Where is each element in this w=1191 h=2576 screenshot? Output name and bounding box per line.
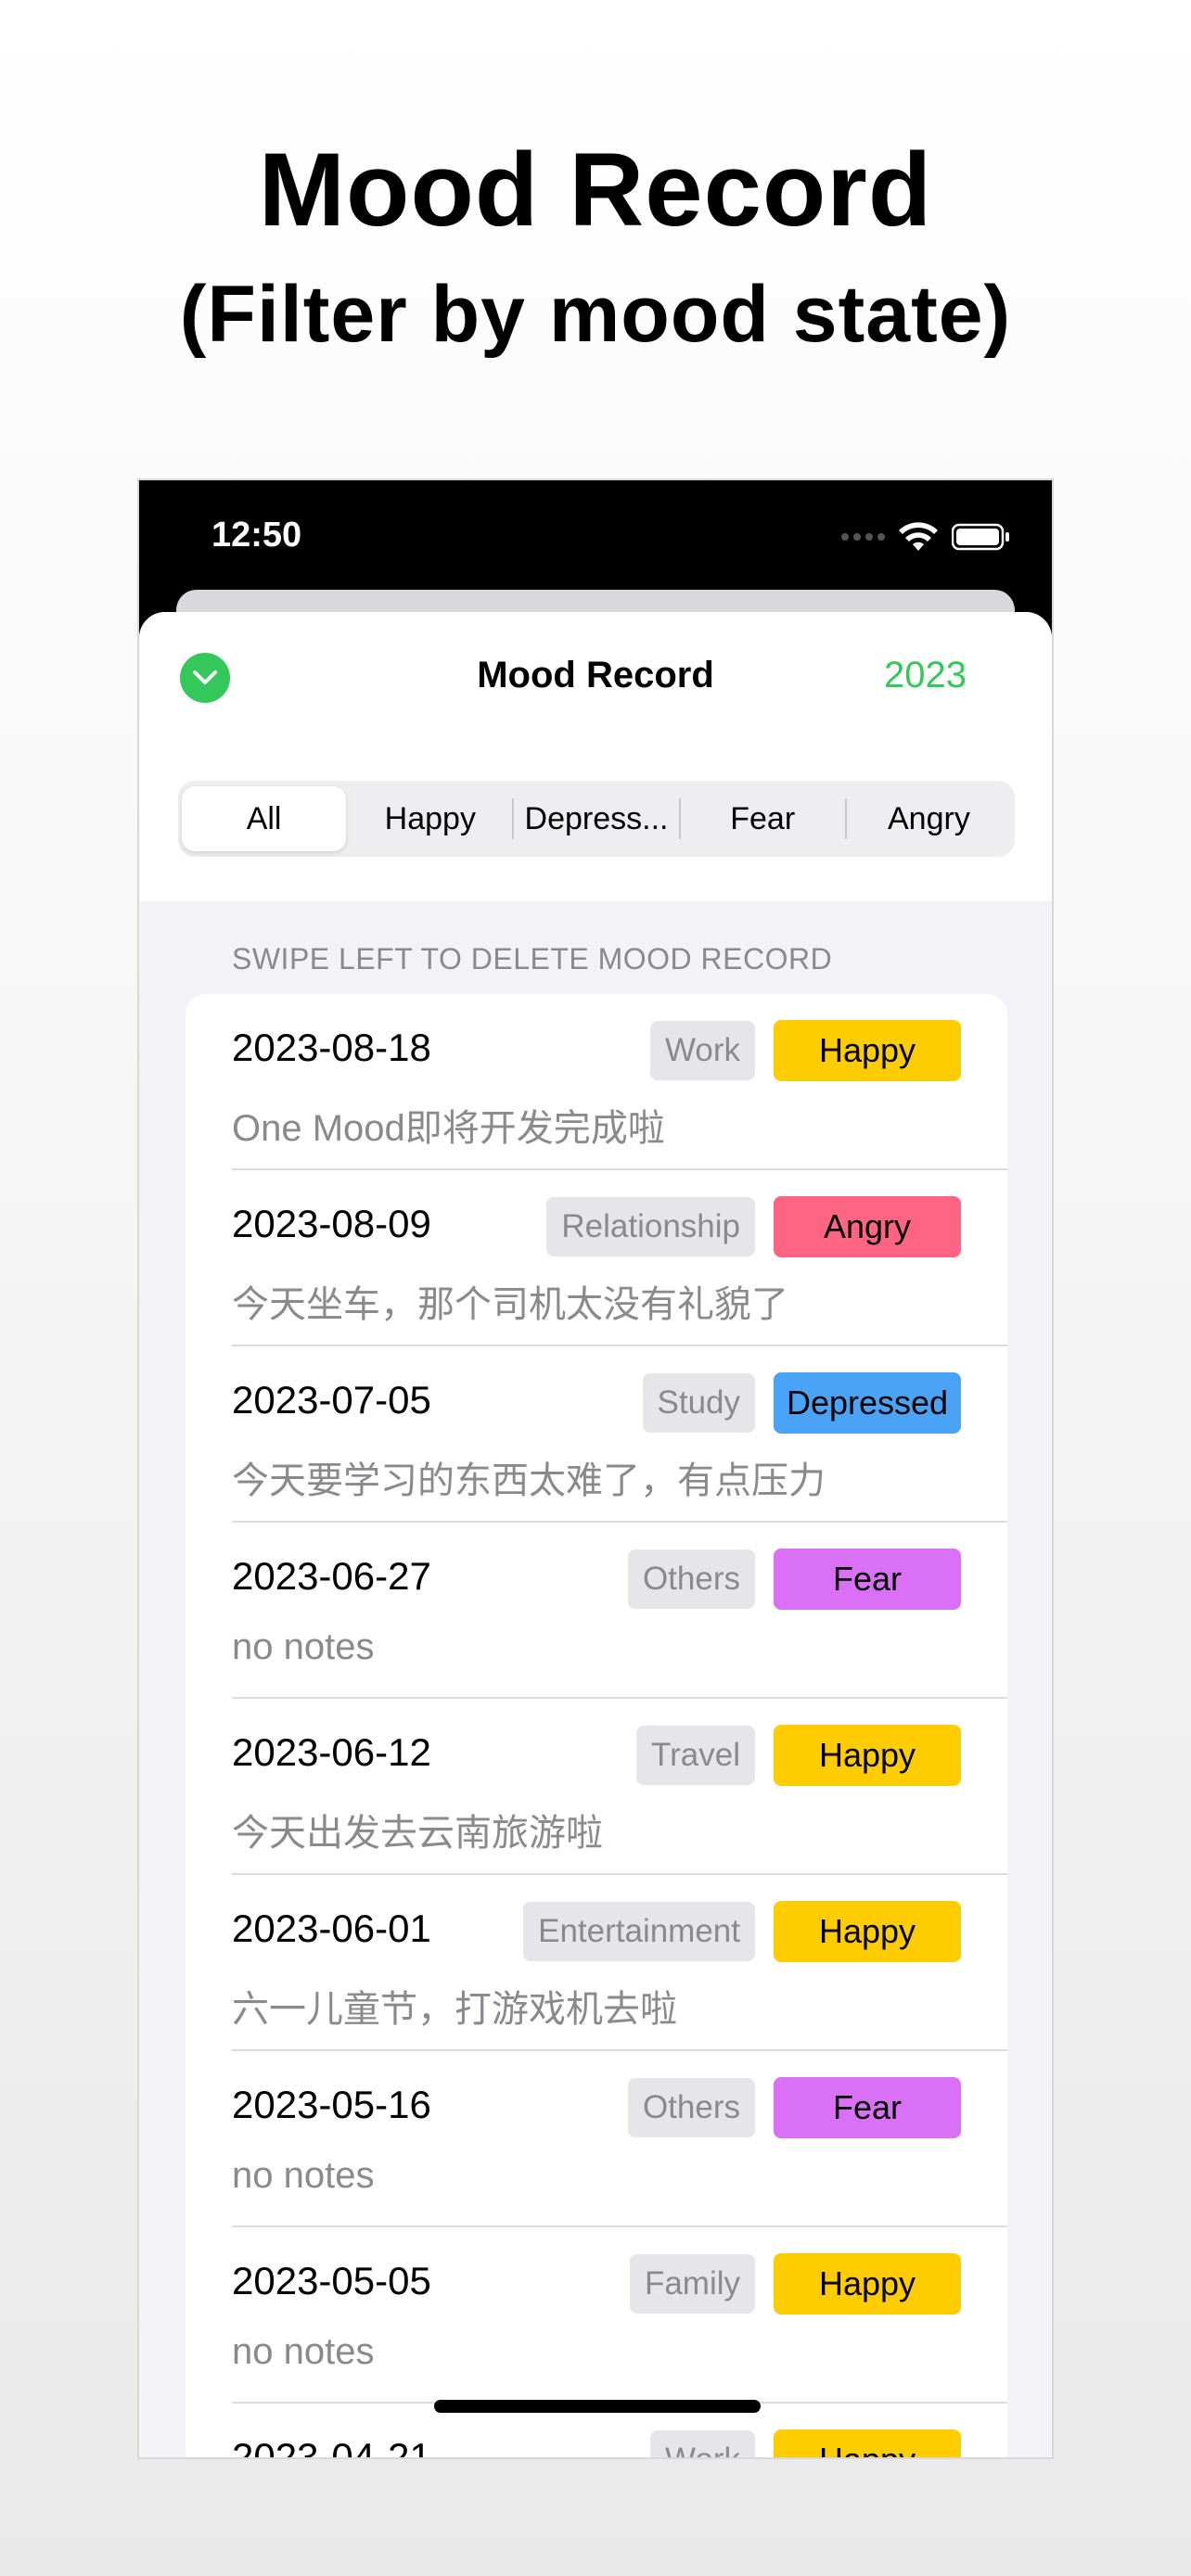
record-tags: Entertainment Happy (523, 1901, 961, 1962)
record-row[interactable]: 2023-06-27 Others Fear no notes (186, 1523, 1007, 1699)
filter-all[interactable]: All (182, 786, 347, 851)
mood-record-sheet: Mood Record 2023 All Happy Depress... Fe… (139, 612, 1052, 2459)
record-tags: Work Happy (649, 2429, 961, 2457)
record-tags: Study Depressed (642, 1372, 961, 1434)
filter-depressed[interactable]: Depress... (514, 786, 678, 851)
record-date: 2023-08-18 (232, 1026, 431, 1069)
category-tag: Travel (636, 1726, 755, 1785)
record-row[interactable]: 2023-06-12 Travel Happy 今天出发去云南旅游啦 (186, 1699, 1007, 1875)
section-header: SWIPE LEFT TO DELETE MOOD RECORD (232, 942, 833, 976)
record-note: no notes (232, 2331, 375, 2372)
category-tag: Work (649, 1021, 755, 1080)
category-tag: Others (627, 2078, 755, 2137)
category-tag: Study (642, 1373, 755, 1433)
record-row[interactable]: 2023-08-18 Work Happy One Mood即将开发完成啦 (186, 994, 1007, 1170)
mood-tag: Happy (774, 1725, 961, 1786)
filter-angry[interactable]: Angry (847, 786, 1011, 851)
record-note: 今天要学习的东西太难了，有点压力 (232, 1460, 826, 1501)
record-row[interactable]: 2023-08-09 Relationship Angry 今天坐车，那个司机太… (186, 1170, 1007, 1346)
record-date: 2023-06-27 (232, 1554, 431, 1598)
battery-icon (952, 523, 1009, 551)
promo-title: Mood Record (258, 132, 933, 248)
record-note: 今天出发去云南旅游啦 (232, 1813, 603, 1854)
record-date: 2023-06-01 (232, 1906, 431, 1950)
mood-tag: Fear (774, 2077, 961, 2138)
category-tag: Family (629, 2254, 755, 2314)
record-row[interactable]: 2023-05-16 Others Fear no notes (186, 2051, 1007, 2227)
record-date: 2023-04-21 (232, 2435, 431, 2459)
mood-record-list: 2023-08-18 Work Happy One Mood即将开发完成啦 20… (186, 994, 1007, 2459)
record-note: no notes (232, 2155, 375, 2196)
record-note: no notes (232, 1626, 375, 1667)
record-note: 六一儿童节，打游戏机去啦 (232, 1989, 677, 2030)
record-tags: Others Fear (627, 1549, 961, 1610)
year-selector[interactable]: 2023 (884, 655, 967, 696)
record-tags: Family Happy (629, 2253, 961, 2315)
status-icons (841, 521, 1011, 553)
record-date: 2023-07-05 (232, 1378, 431, 1422)
status-bar: 12:50 (139, 480, 1052, 592)
promo-subtitle: (Filter by mood state) (179, 270, 1012, 359)
home-indicator (434, 2400, 761, 2413)
wifi-icon (899, 522, 938, 551)
filter-happy[interactable]: Happy (348, 786, 512, 851)
filter-fear[interactable]: Fear (681, 786, 845, 851)
mood-filter-segmented-control: All Happy Depress... Fear Angry (178, 781, 1015, 857)
status-time: 12:50 (211, 516, 302, 555)
record-date: 2023-05-05 (232, 2259, 431, 2302)
category-tag: Relationship (546, 1197, 755, 1256)
record-date: 2023-08-09 (232, 1202, 431, 1245)
record-note: One Mood即将开发完成啦 (232, 1108, 665, 1149)
record-tags: Others Fear (627, 2077, 961, 2138)
record-row[interactable]: 2023-06-01 Entertainment Happy 六一儿童节，打游戏… (186, 1875, 1007, 2051)
record-tags: Travel Happy (636, 1725, 961, 1786)
mood-tag: Happy (774, 1020, 961, 1081)
mood-tag: Angry (774, 1196, 961, 1257)
phone-screen: 12:50 Mood Record 2023 All Happy Depress… (137, 478, 1054, 2459)
record-row[interactable]: 2023-07-05 Study Depressed 今天要学习的东西太难了，有… (186, 1346, 1007, 1523)
record-note: 今天坐车，那个司机太没有礼貌了 (232, 1284, 788, 1325)
sheet-header: Mood Record 2023 All Happy Depress... Fe… (139, 612, 1052, 901)
record-date: 2023-05-16 (232, 2083, 431, 2126)
mood-tag: Happy (774, 2253, 961, 2315)
mood-tag: Happy (774, 2429, 961, 2457)
record-tags: Relationship Angry (546, 1196, 961, 1257)
cellular-signal-icon (841, 533, 885, 541)
record-date: 2023-06-12 (232, 1730, 431, 1774)
category-tag: Entertainment (523, 1902, 755, 1961)
mood-tag: Depressed (774, 1372, 961, 1434)
record-row[interactable]: 2023-05-05 Family Happy no notes (186, 2227, 1007, 2404)
category-tag: Work (649, 2430, 755, 2457)
category-tag: Others (627, 1549, 755, 1609)
record-tags: Work Happy (649, 1020, 961, 1081)
mood-tag: Happy (774, 1901, 961, 1962)
mood-tag: Fear (774, 1549, 961, 1610)
